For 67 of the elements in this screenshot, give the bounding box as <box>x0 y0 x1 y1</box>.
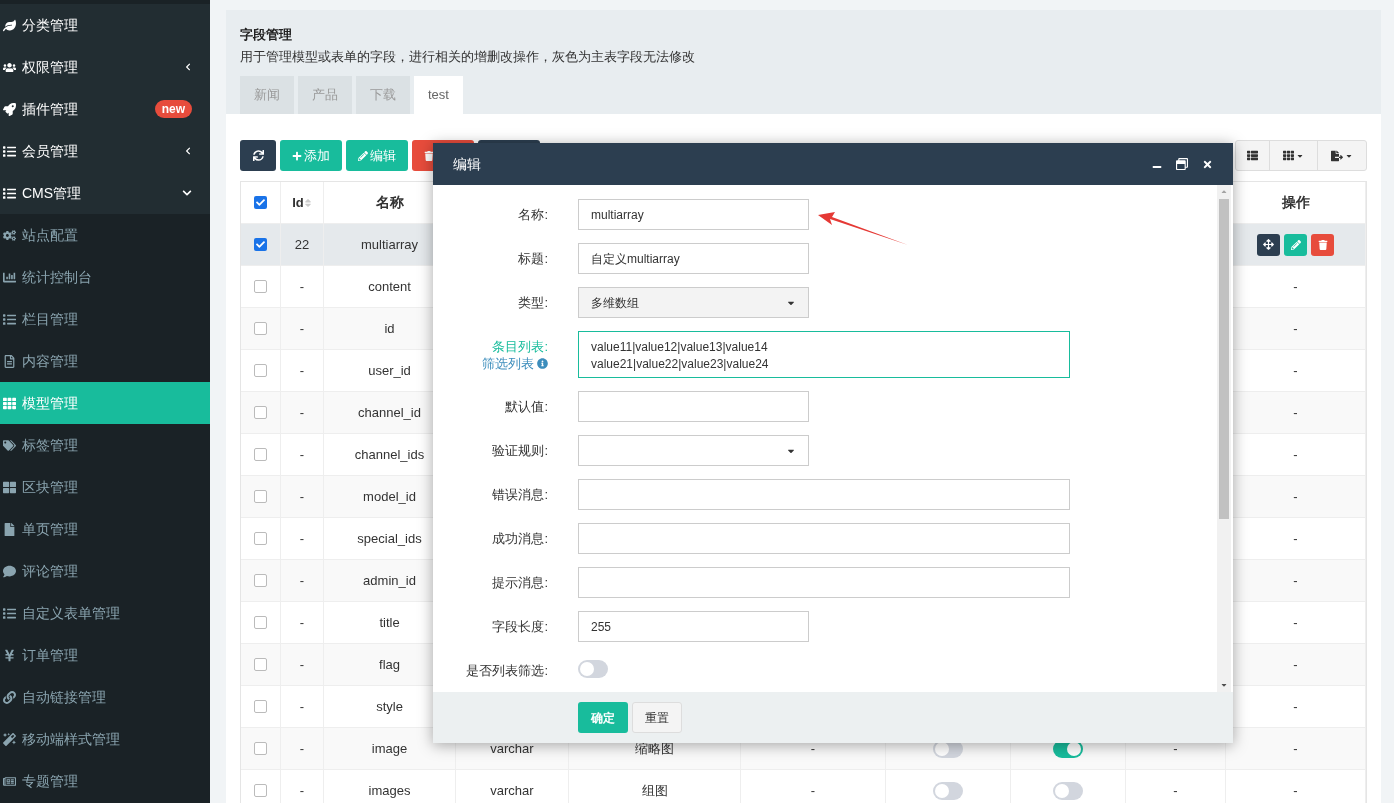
table-cell-text: varchar <box>490 739 534 758</box>
table-cell-text: - <box>1293 697 1298 716</box>
table-cell-text: channel_ids <box>354 445 425 464</box>
table-cell-text: - <box>299 781 305 800</box>
table-cell-text: model_id <box>363 487 416 506</box>
field-label: 字段长度: <box>492 617 548 636</box>
panel-description: 用于管理模型或表单的字段，进行相关的增删改操作，灰色为主表字段无法修改 <box>240 47 696 66</box>
field-label: 条目列表: <box>491 337 548 355</box>
table-cell-text: - <box>299 529 305 548</box>
table-cell-text: varchar <box>490 781 534 800</box>
table-cell-text: - <box>1293 403 1298 422</box>
field-label: 筛选列表 <box>482 354 534 372</box>
table-cell-text: - <box>1293 613 1298 632</box>
table-cell-text: - <box>1173 739 1178 758</box>
table-cell-text: - <box>299 361 305 380</box>
table-cell-text: 缩略图 <box>635 739 674 758</box>
table-cell-text: - <box>299 445 305 464</box>
table-cell-text: - <box>1293 781 1298 800</box>
new-badge: new <box>154 100 192 118</box>
panel-title: 字段管理 <box>240 26 293 44</box>
table-cell-text: - <box>299 319 305 338</box>
table-cell-text: - <box>1293 277 1298 296</box>
table-cell-text: - <box>299 487 305 506</box>
table-cell-text: 组图 <box>641 781 668 800</box>
table-cell-text: content <box>368 277 411 296</box>
field-label: 标题: <box>518 249 548 268</box>
table-cell-text: - <box>299 613 305 632</box>
table-cell-text: - <box>299 403 305 422</box>
table-cell-text: - <box>1293 319 1298 338</box>
table-cell-text: - <box>1293 445 1298 464</box>
dialog-title: 编辑 <box>453 154 481 174</box>
table-cell-text: multiarray <box>360 235 419 254</box>
table-cell-text: - <box>1293 487 1298 506</box>
table-cell-text: - <box>299 697 305 716</box>
field-label: 名称: <box>518 205 548 224</box>
field-label: 是否列表筛选: <box>466 661 548 680</box>
table-cell-text: - <box>1293 739 1298 758</box>
table-cell-text: - <box>810 781 816 800</box>
field-label: 错误消息: <box>492 485 548 504</box>
table-cell-text: flag <box>379 655 400 674</box>
column-header: 名称 <box>375 193 404 212</box>
table-cell-text: - <box>299 739 305 758</box>
table-cell-text: - <box>299 277 305 296</box>
table-cell-text: - <box>299 571 305 590</box>
table-cell-text: admin_id <box>363 571 416 590</box>
field-label: 类型: <box>518 293 548 312</box>
table-cell-text: id <box>384 319 395 338</box>
table-cell-text: special_ids <box>357 529 422 548</box>
field-label: 验证规则: <box>492 441 548 460</box>
table-cell-text: channel_id <box>358 403 421 422</box>
column-header: 操作 <box>1281 193 1310 212</box>
table-cell-text: - <box>1293 361 1298 380</box>
table-cell-text: - <box>1293 655 1298 674</box>
table-cell-text: title <box>379 613 400 632</box>
table-cell-text: - <box>299 655 305 674</box>
table-cell-text: image <box>371 739 408 758</box>
table-cell-text: - <box>1293 571 1298 590</box>
table-cell-text: - <box>1293 529 1298 548</box>
table-cell-text: images <box>368 781 411 800</box>
table-cell-text: - <box>810 739 816 758</box>
table-cell-text: user_id <box>368 361 411 380</box>
table-cell-text: style <box>376 697 403 716</box>
field-label: 提示消息: <box>492 573 548 592</box>
table-cell-text: 22 <box>294 235 310 254</box>
table-cell-text: - <box>1173 781 1178 800</box>
field-label: 默认值: <box>505 397 548 416</box>
field-label: 成功消息: <box>492 529 548 548</box>
